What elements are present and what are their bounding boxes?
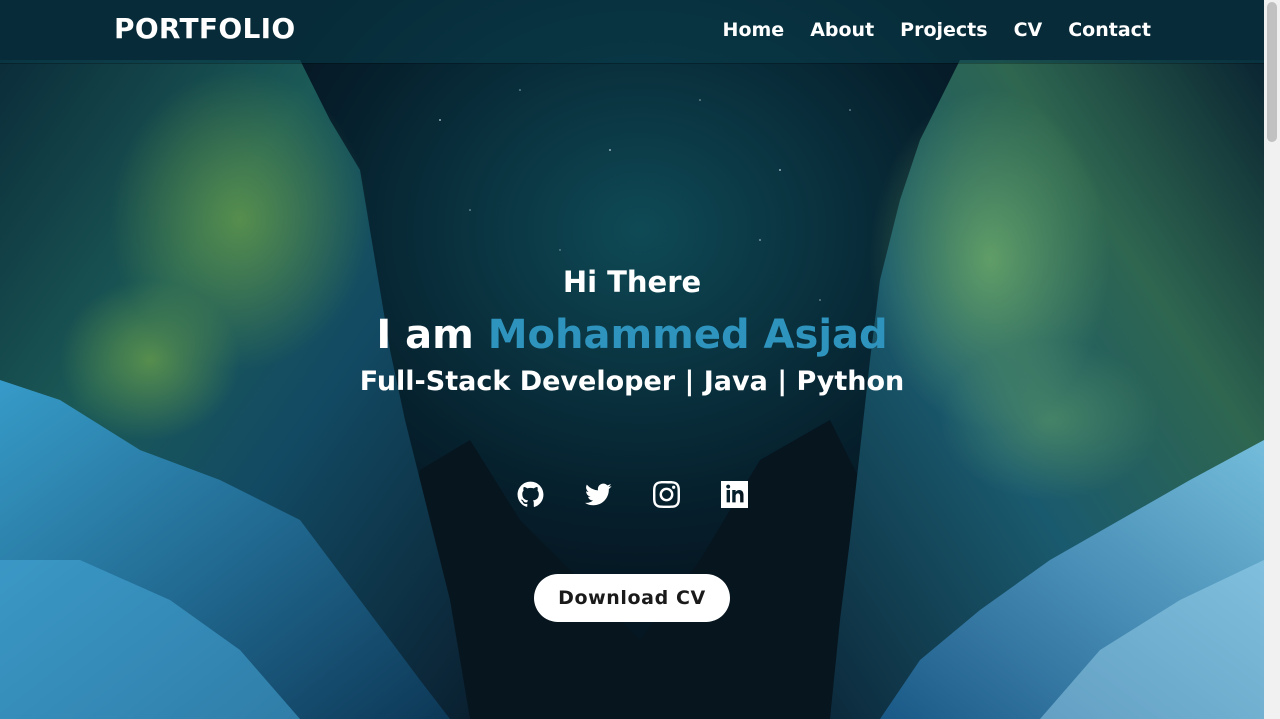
hero-name-line: I am Mohammed Asjad	[0, 308, 1264, 362]
twitter-icon[interactable]	[584, 480, 612, 508]
hero-name-prefix: I am	[376, 312, 474, 358]
nav-link-projects[interactable]: Projects	[900, 19, 987, 41]
brand-logo-link[interactable]: PORTFOLIO	[114, 12, 295, 45]
scrollbar-thumb[interactable]	[1267, 2, 1277, 142]
nav-link-home[interactable]: Home	[723, 19, 785, 41]
hero-role: Full-Stack Developer | Java | Python	[359, 366, 905, 397]
github-icon[interactable]	[516, 480, 544, 508]
hero-greeting: Hi There	[562, 265, 702, 299]
hero-name: Mohammed Asjad	[487, 312, 888, 358]
nav-link-about[interactable]: About	[810, 19, 874, 41]
page: PORTFOLIO Home About Projects CV Contact…	[0, 0, 1280, 719]
nav-link-contact[interactable]: Contact	[1068, 19, 1151, 41]
page-scrollbar[interactable]	[1264, 0, 1280, 719]
navbar: PORTFOLIO Home About Projects CV Contact	[0, 0, 1264, 63]
download-cv-button[interactable]: Download CV	[534, 574, 730, 622]
nav-link-cv[interactable]: CV	[1014, 19, 1043, 41]
hero-content: Hi There I am Mohammed Asjad Full-Stack …	[0, 262, 1264, 400]
nav-links: Home About Projects CV Contact	[697, 19, 1151, 41]
social-links	[0, 480, 1264, 508]
linkedin-icon[interactable]	[720, 480, 748, 508]
instagram-icon[interactable]	[652, 480, 680, 508]
